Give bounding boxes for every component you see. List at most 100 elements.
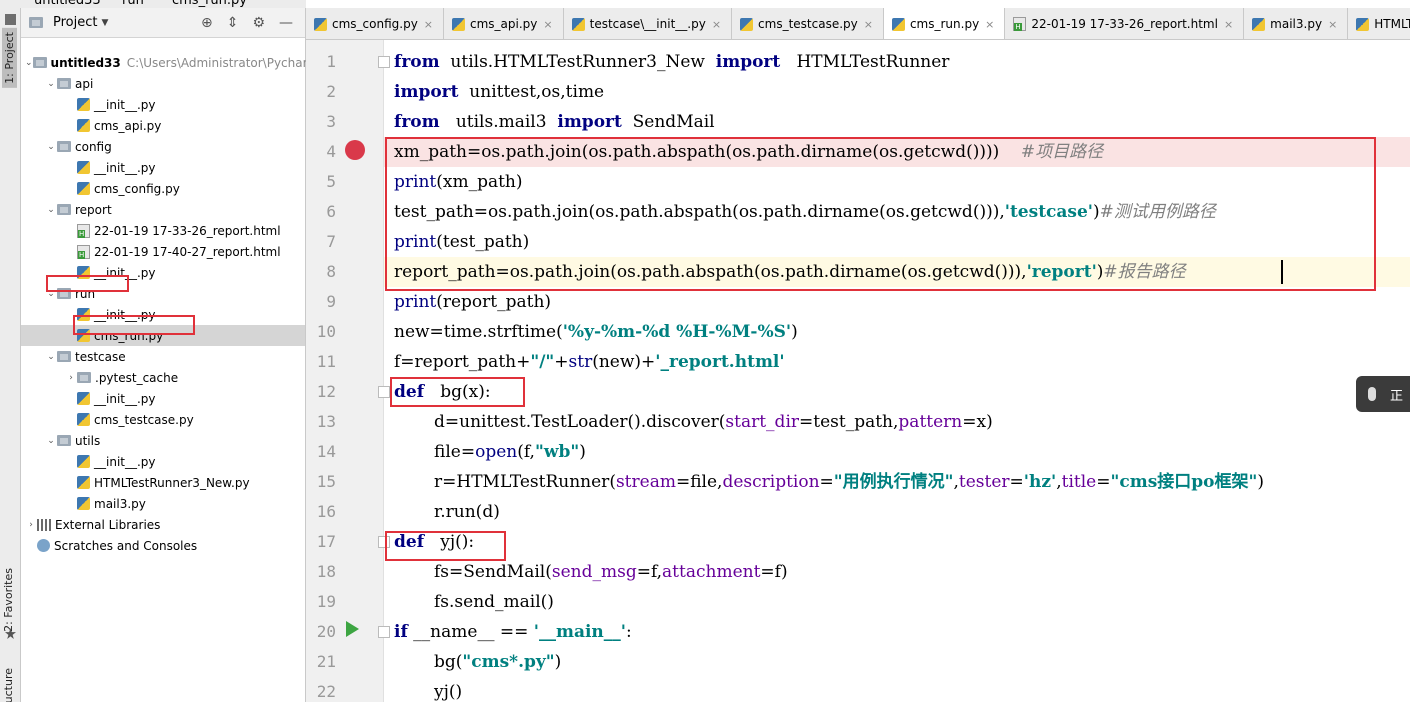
tree-item[interactable]: ⌄ testcase	[21, 346, 305, 367]
tree-item[interactable]: › .pytest_cache	[21, 367, 305, 388]
tree-item[interactable]: › External Libraries	[21, 514, 305, 535]
code-line[interactable]: def bg(x):	[394, 377, 491, 407]
code-line[interactable]: fs=SendMail(send_msg=f,attachment=f)	[434, 557, 788, 587]
code-line[interactable]: test_path=os.path.join(os.path.abspath(o…	[394, 197, 1216, 227]
line-number: 16	[316, 502, 336, 521]
tree-item[interactable]: __init__.py	[21, 262, 305, 283]
microphone-icon[interactable]	[1368, 387, 1376, 401]
tree-item[interactable]: __init__.py	[21, 94, 305, 115]
breakpoint-icon[interactable]	[345, 140, 365, 160]
code-token: )	[791, 322, 798, 342]
editor-tab[interactable]: HTMLTestRunner3_×	[1348, 8, 1410, 39]
code-line[interactable]: d=unittest.TestLoader().discover(start_d…	[434, 407, 993, 437]
code-line[interactable]: yj()	[434, 677, 462, 702]
chevron-down-icon[interactable]: ⌄	[45, 436, 57, 446]
chevron-down-icon[interactable]: ⌄	[45, 79, 57, 89]
code-line[interactable]: file=open(f,"wb")	[434, 437, 586, 467]
chevron-down-icon[interactable]: ⌄	[45, 142, 57, 152]
editor-tab[interactable]: cms_api.py ×	[444, 8, 564, 39]
close-icon[interactable]: ×	[543, 18, 552, 31]
editor-tab[interactable]: cms_testcase.py ×	[732, 8, 884, 39]
close-icon[interactable]: ×	[712, 18, 721, 31]
tree-item[interactable]: ⌄ utils	[21, 430, 305, 451]
close-icon[interactable]: ×	[864, 18, 873, 31]
code-token: file=	[434, 442, 476, 462]
code-line[interactable]: bg("cms*.py")	[434, 647, 561, 677]
tree-item[interactable]: cms_testcase.py	[21, 409, 305, 430]
code-line[interactable]: print(xm_path)	[394, 167, 523, 197]
tree-item-label: cms_config.py	[94, 181, 180, 196]
editor-tab[interactable]: 22-01-19 17-33-26_report.html ×	[1005, 8, 1245, 39]
python-file-icon	[77, 308, 90, 321]
chevron-right-icon[interactable]: ›	[65, 373, 77, 383]
tool-tab-project[interactable]: 1: Project	[2, 28, 17, 88]
breadcrumb-folder[interactable]: run	[122, 0, 144, 8]
editor-tab[interactable]: cms_config.py ×	[306, 8, 445, 39]
fold-icon[interactable]	[378, 536, 390, 548]
tree-item[interactable]: mail3.py	[21, 493, 305, 514]
close-icon[interactable]: ×	[1328, 18, 1337, 31]
tree-item[interactable]: 22-01-19 17-40-27_report.html	[21, 241, 305, 262]
editor-tab[interactable]: cms_run.py ×	[883, 8, 1006, 39]
code-editor[interactable]: from utils.HTMLTestRunner3_New import HT…	[306, 40, 1410, 702]
code-line[interactable]: from utils.HTMLTestRunner3_New import HT…	[394, 47, 949, 77]
chevron-down-icon[interactable]: ⌄	[45, 205, 57, 215]
chevron-down-icon[interactable]: ▼	[101, 18, 108, 28]
close-icon[interactable]: ×	[424, 18, 433, 31]
fold-icon[interactable]	[378, 626, 390, 638]
chevron-down-icon[interactable]: ⌄	[45, 289, 57, 299]
collapse-icon[interactable]: ⇕	[227, 15, 239, 31]
code-line[interactable]: f=report_path+"/"+str(new)+'_report.html…	[394, 347, 785, 377]
hide-icon[interactable]: —	[279, 15, 293, 31]
tree-item[interactable]: ⌄ report	[21, 199, 305, 220]
tree-item[interactable]: ⌄ api	[21, 73, 305, 94]
project-tool-icon[interactable]	[5, 14, 16, 25]
editor-tab[interactable]: mail3.py ×	[1244, 8, 1349, 39]
tree-item[interactable]: cms_api.py	[21, 115, 305, 136]
breadcrumb-project[interactable]: untitled33	[34, 0, 101, 8]
code-line[interactable]: if __name__ == '__main__':	[394, 617, 632, 647]
voice-input-widget[interactable]: 正	[1356, 376, 1410, 412]
tree-item[interactable]: __init__.py	[21, 157, 305, 178]
gear-icon[interactable]: ⚙	[252, 15, 265, 31]
chevron-right-icon[interactable]: ›	[25, 520, 37, 530]
tree-item[interactable]: Scratches and Consoles	[21, 535, 305, 556]
code-line[interactable]: r=HTMLTestRunner(stream=file,description…	[434, 467, 1264, 497]
code-line[interactable]: report_path=os.path.join(os.path.abspath…	[394, 257, 1186, 287]
code-line[interactable]: xm_path=os.path.join(os.path.abspath(os.…	[394, 137, 1103, 167]
line-number: 14	[316, 442, 336, 461]
line-number: 20	[316, 622, 336, 641]
code-token: 'hz'	[1023, 472, 1057, 492]
fold-icon[interactable]	[378, 56, 390, 68]
locate-icon[interactable]: ⊕	[201, 15, 213, 31]
code-line[interactable]: from utils.mail3 import SendMail	[394, 107, 715, 137]
code-line[interactable]: print(report_path)	[394, 287, 551, 317]
code-line[interactable]: def yj():	[394, 527, 474, 557]
tree-item[interactable]: 22-01-19 17-33-26_report.html	[21, 220, 305, 241]
tree-item[interactable]: cms_config.py	[21, 178, 305, 199]
tree-item[interactable]: ⌄ untitled33 C:\Users\Administrator\Pychar	[21, 52, 308, 73]
code-line[interactable]: import unittest,os,time	[394, 77, 604, 107]
code-line[interactable]: r.run(d)	[434, 497, 500, 527]
tree-item[interactable]: ⌄ config	[21, 136, 305, 157]
editor-tab[interactable]: testcase\__init__.py ×	[564, 8, 733, 39]
tree-item[interactable]: ⌄ run	[21, 283, 305, 304]
tree-item[interactable]: __init__.py	[21, 304, 305, 325]
tree-item[interactable]: __init__.py	[21, 388, 305, 409]
fold-icon[interactable]	[378, 386, 390, 398]
close-icon[interactable]: ×	[985, 18, 994, 31]
close-icon[interactable]: ×	[1224, 18, 1233, 31]
tree-item[interactable]: HTMLTestRunner3_New.py	[21, 472, 305, 493]
chevron-down-icon[interactable]: ⌄	[25, 58, 33, 68]
code-line[interactable]: fs.send_mail()	[434, 587, 554, 617]
run-gutter-icon[interactable]	[346, 621, 359, 637]
tree-item[interactable]: __init__.py	[21, 451, 305, 472]
tool-tab-structure[interactable]: Structure	[2, 668, 15, 702]
code-line[interactable]: print(test_path)	[394, 227, 529, 257]
chevron-down-icon[interactable]: ⌄	[45, 352, 57, 362]
tree-item[interactable]: cms_run.py	[21, 325, 305, 346]
breadcrumb-file[interactable]: cms_run.py	[172, 0, 247, 8]
project-panel-title[interactable]: Project	[53, 15, 97, 30]
tool-tab-favorites[interactable]: 2: Favorites	[2, 568, 15, 632]
code-line[interactable]: new=time.strftime('%y-%m-%d %H-%M-%S')	[394, 317, 798, 347]
